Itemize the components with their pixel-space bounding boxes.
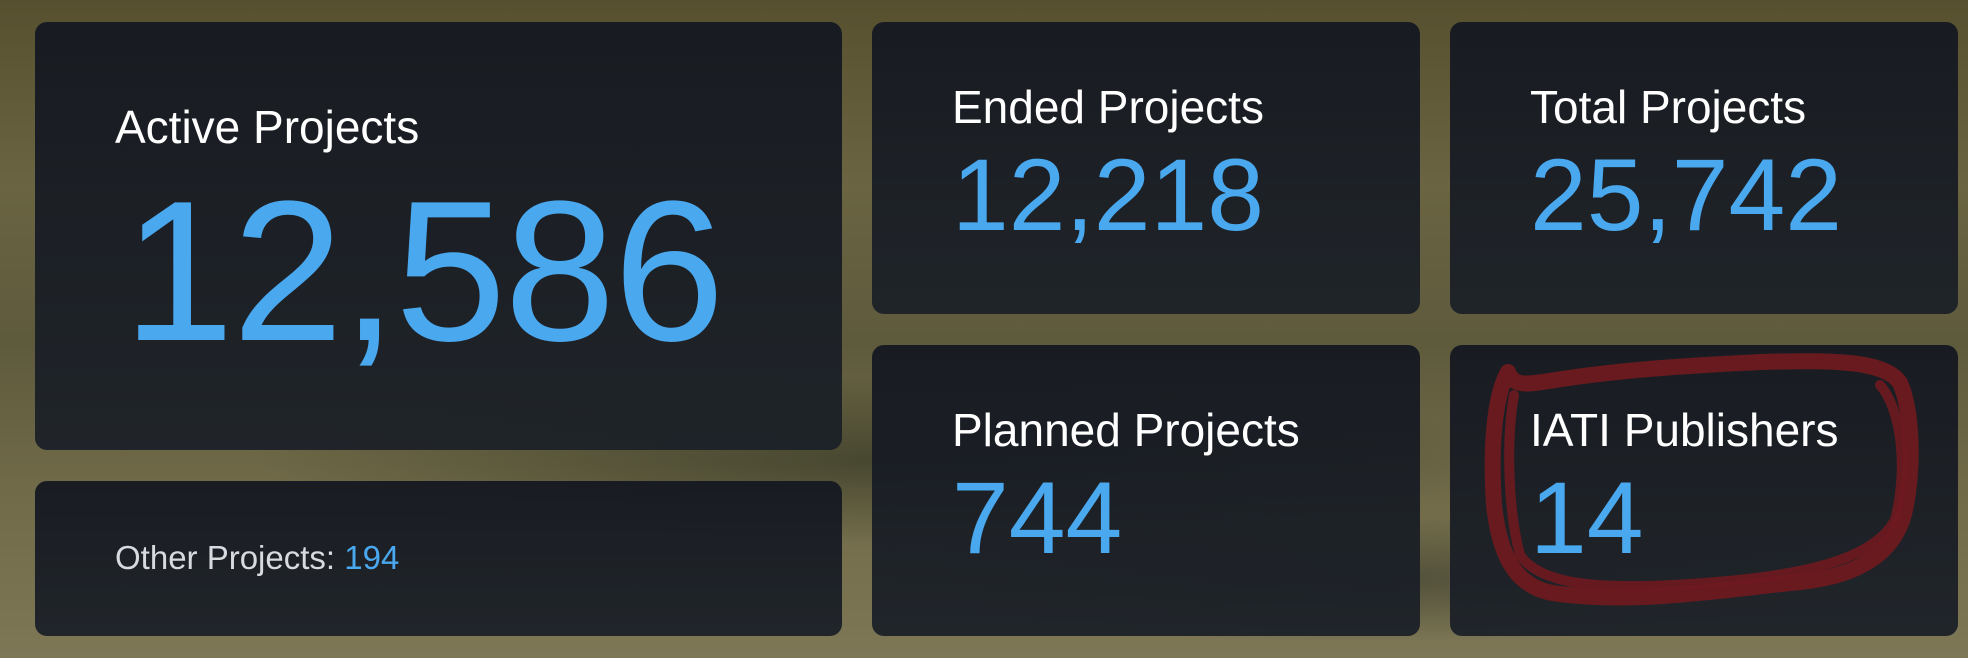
other-projects-label: Other Projects: [115, 539, 336, 576]
total-projects-label: Total Projects [1530, 81, 1807, 133]
iati-publishers-label: IATI Publishers [1530, 404, 1839, 456]
ended-projects-label: Ended Projects [952, 81, 1264, 133]
planned-projects-label: Planned Projects [952, 404, 1300, 456]
active-projects-value: 12,586 [123, 160, 725, 383]
planned-projects-value: 744 [952, 461, 1123, 575]
active-projects-label: Active Projects [115, 101, 420, 153]
ended-projects-value: 12,218 [952, 138, 1264, 252]
iati-publishers-card: IATI Publishers 14 [1450, 345, 1958, 636]
total-projects-value: 25,742 [1530, 138, 1842, 252]
other-projects-value: 194 [344, 539, 400, 576]
other-projects-text: Other Projects: 194 [115, 539, 399, 577]
other-projects-card: Other Projects: 194 [35, 481, 842, 636]
ended-projects-card: Ended Projects 12,218 [872, 22, 1420, 314]
active-projects-card: Active Projects 12,586 [35, 22, 842, 450]
iati-publishers-value: 14 [1530, 461, 1644, 575]
planned-projects-card: Planned Projects 744 [872, 345, 1420, 636]
total-projects-card: Total Projects 25,742 [1450, 22, 1958, 314]
